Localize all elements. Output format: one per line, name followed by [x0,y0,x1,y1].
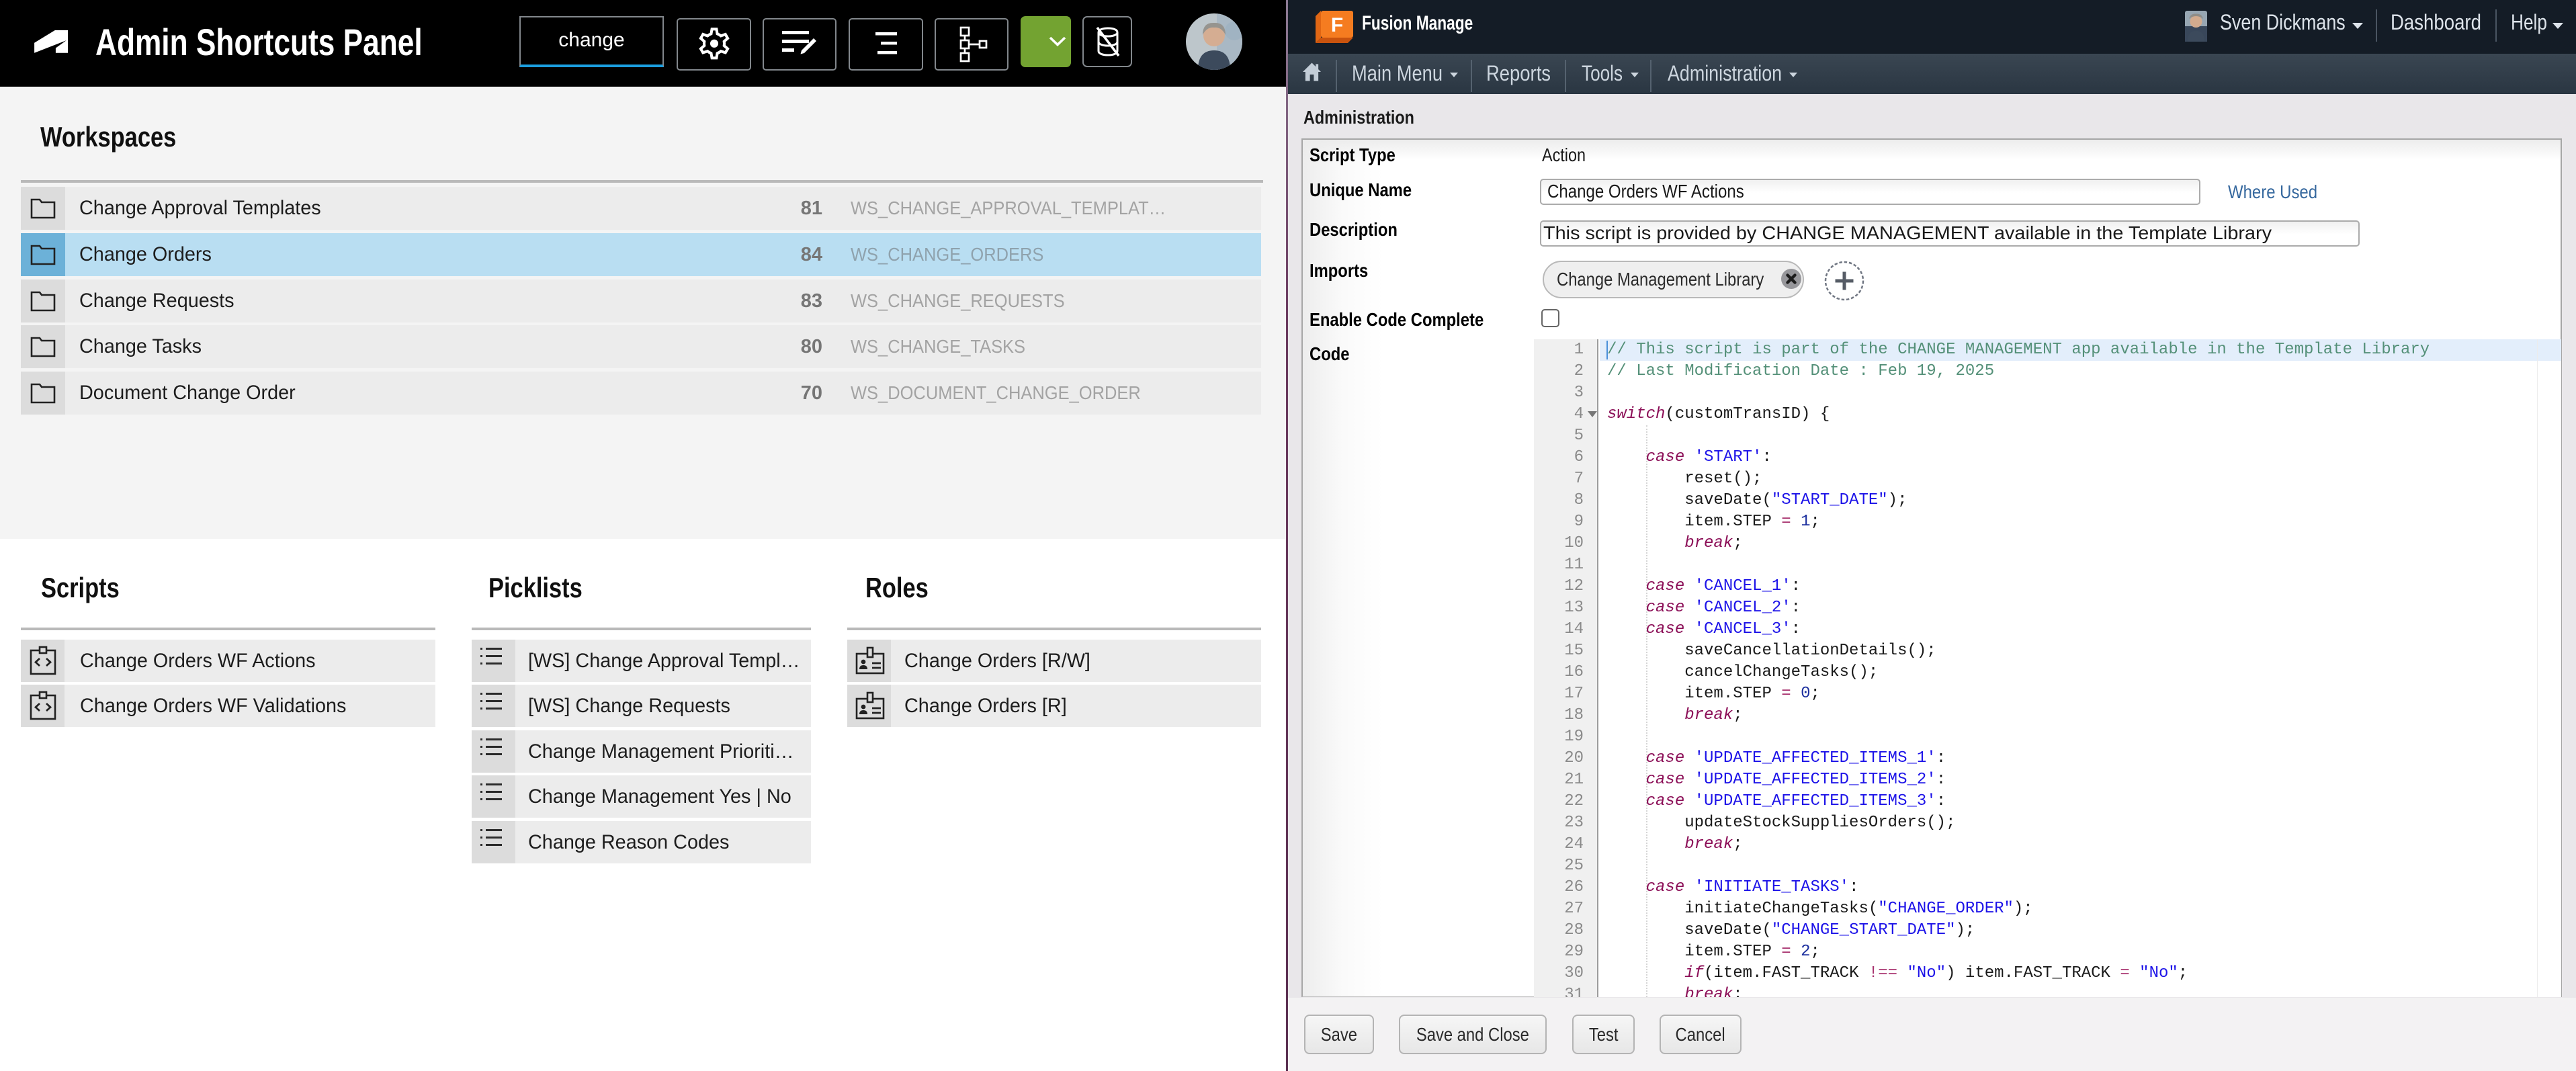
svg-text:F: F [1331,14,1343,36]
